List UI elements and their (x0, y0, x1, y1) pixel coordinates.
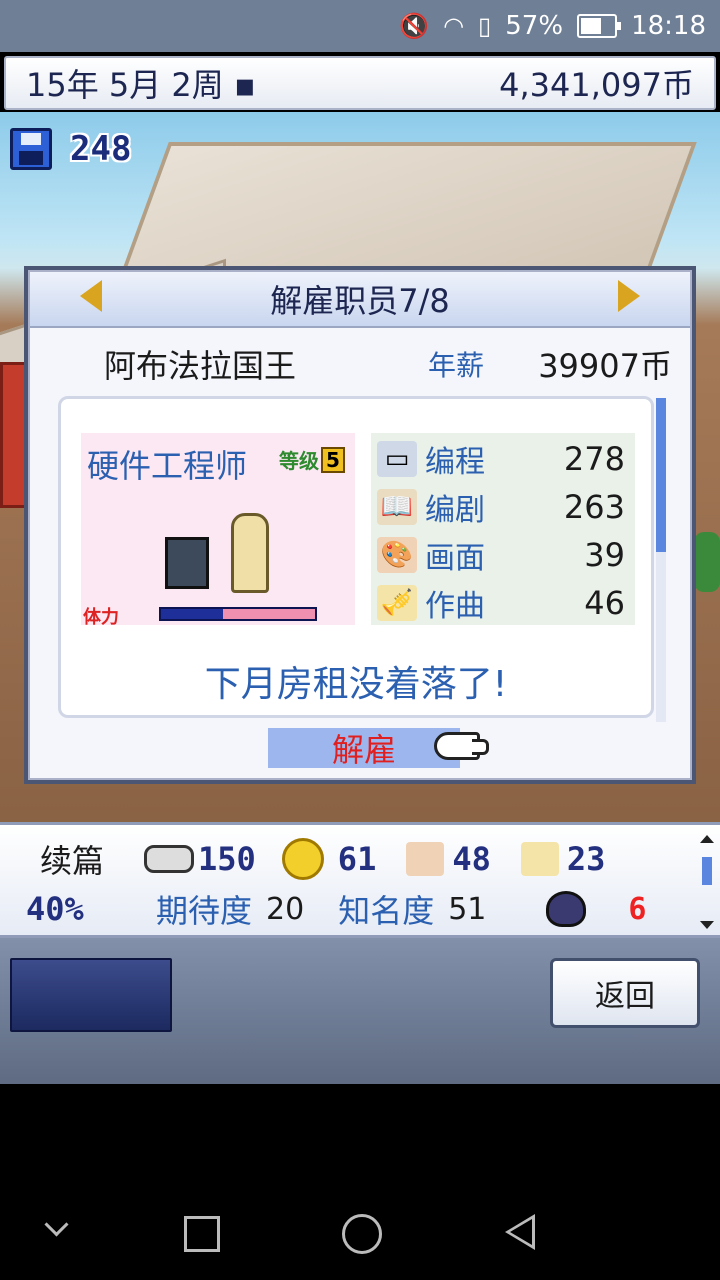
expectation-value: 20 (266, 891, 305, 927)
level-badge: 等级 5 (279, 445, 345, 474)
paint-icon: 🎨 (377, 537, 417, 573)
skill-label: 作曲 (425, 589, 485, 624)
sequel-label: 续篇 (40, 842, 105, 880)
bottom-panel: 返回 (0, 938, 720, 1084)
skills-panel: ▭ 编程 278 📖 编剧 263 🎨 画面 39 🎺 作曲 46 (371, 433, 635, 625)
employee-name: 阿布法拉国王 (104, 347, 297, 385)
info-row-stats: 续篇 150 61 48 23 (0, 837, 690, 881)
fire-button[interactable]: 解雇 (268, 728, 460, 769)
fame-label: 知名度 (338, 892, 435, 930)
info-scrollbar[interactable] (700, 835, 714, 929)
bug-monster-icon (546, 891, 587, 927)
skill-label: 编程 (425, 445, 485, 480)
employee-row: 阿布法拉国王 年薪 39907币 (104, 342, 672, 386)
fame-value: 51 (448, 891, 487, 927)
level-label: 等级 (279, 449, 319, 473)
sim-icon: ▯ (478, 12, 492, 40)
money-display: 4,341,097币 (499, 66, 694, 104)
trumpet-icon: 🎺 (377, 585, 417, 621)
employee-sprite (231, 513, 269, 593)
sound-value: 23 (566, 840, 606, 878)
hide-nav-icon[interactable] (44, 1212, 69, 1237)
salary-label: 年薪 (428, 349, 485, 382)
save-counter[interactable]: 248 (10, 128, 131, 170)
back-button[interactable]: 返回 (550, 958, 700, 1028)
employee-panel: 硬件工程师 等级 5 体力 ▭ 编程 278 📖 编剧 263 🎨 画面 39 … (58, 396, 654, 718)
android-nav-bar (0, 1180, 720, 1280)
stamina-depleted (222, 609, 315, 619)
info-row-metrics: 40% 期待度 20 知名度 51 6 (0, 887, 690, 931)
skill-value: 39 (584, 536, 625, 574)
prev-arrow-icon[interactable] (80, 280, 102, 312)
game-top-bar: 15年 5月 2周 ▪ 4,341,097币 (4, 56, 716, 110)
home-icon[interactable] (342, 1214, 382, 1254)
game-info-bar: 续篇 150 61 48 23 40% 期待度 20 知名度 51 6 (0, 822, 720, 938)
workstation-sprite (165, 537, 209, 589)
book-icon: 📖 (377, 489, 417, 525)
paint-icon (406, 842, 445, 876)
wifi-icon: ◠ (443, 12, 465, 40)
dialog-header: 解雇职员7/8 (30, 272, 690, 328)
dialog-title: 解雇职员7/8 (270, 282, 450, 320)
level-value: 5 (321, 446, 345, 473)
stamina-label: 体力 (83, 607, 119, 628)
save-count: 248 (70, 129, 132, 169)
bug-count: 6 (628, 891, 647, 927)
battery-percent: 57% (505, 11, 564, 41)
skill-row-scenario: 📖 编剧 263 (371, 483, 635, 531)
skill-row-graphics: 🎨 画面 39 (371, 531, 635, 579)
scroll-down-icon[interactable] (700, 921, 714, 929)
graphics-value: 48 (452, 840, 491, 878)
clock: 18:18 (631, 11, 706, 41)
skill-value: 278 (563, 440, 625, 478)
job-title: 硬件工程师 (87, 447, 248, 485)
fun-value: 150 (198, 840, 256, 878)
mute-icon: 🔇 (399, 12, 430, 40)
skill-row-programming: ▭ 编程 278 (371, 435, 635, 483)
trumpet-icon (520, 842, 559, 876)
recents-icon[interactable] (184, 1216, 220, 1252)
creativity-value: 61 (337, 840, 377, 878)
pointing-hand-icon (434, 732, 489, 760)
salary-value: 39907币 (538, 347, 672, 385)
floppy-disk-icon (10, 128, 52, 170)
fire-staff-dialog: 解雇职员7/8 阿布法拉国王 年薪 39907币 硬件工程师 等级 5 体力 ▭… (24, 266, 696, 784)
skill-label: 画面 (425, 541, 485, 576)
computer-icon: ▭ (377, 441, 417, 477)
panel-scrollbar[interactable] (656, 398, 666, 722)
expectation-label: 期待度 (156, 892, 253, 930)
skill-row-sound: 🎺 作曲 46 (371, 579, 635, 627)
battery-icon (577, 14, 622, 38)
dialog-message: 下月房租没着落了! (204, 664, 508, 705)
empty-slot (10, 958, 172, 1032)
skill-value: 263 (563, 488, 625, 526)
employee-card: 硬件工程师 等级 5 体力 (81, 433, 355, 628)
stamina-bar (159, 607, 317, 621)
controller-icon (144, 845, 194, 873)
sequel-percent: 40% (26, 890, 84, 928)
skill-label: 编剧 (425, 493, 485, 528)
plant (694, 532, 720, 592)
scroll-up-icon[interactable] (700, 835, 714, 843)
skill-value: 46 (584, 584, 625, 622)
status-bar: 🔇 ◠ ▯ 57% 18:18 (0, 0, 720, 52)
next-arrow-icon[interactable] (618, 280, 640, 312)
back-triangle-icon[interactable] (505, 1214, 535, 1250)
game-date: 15年 5月 2周 ▪ (26, 66, 256, 104)
gold-coin-icon (281, 838, 324, 880)
